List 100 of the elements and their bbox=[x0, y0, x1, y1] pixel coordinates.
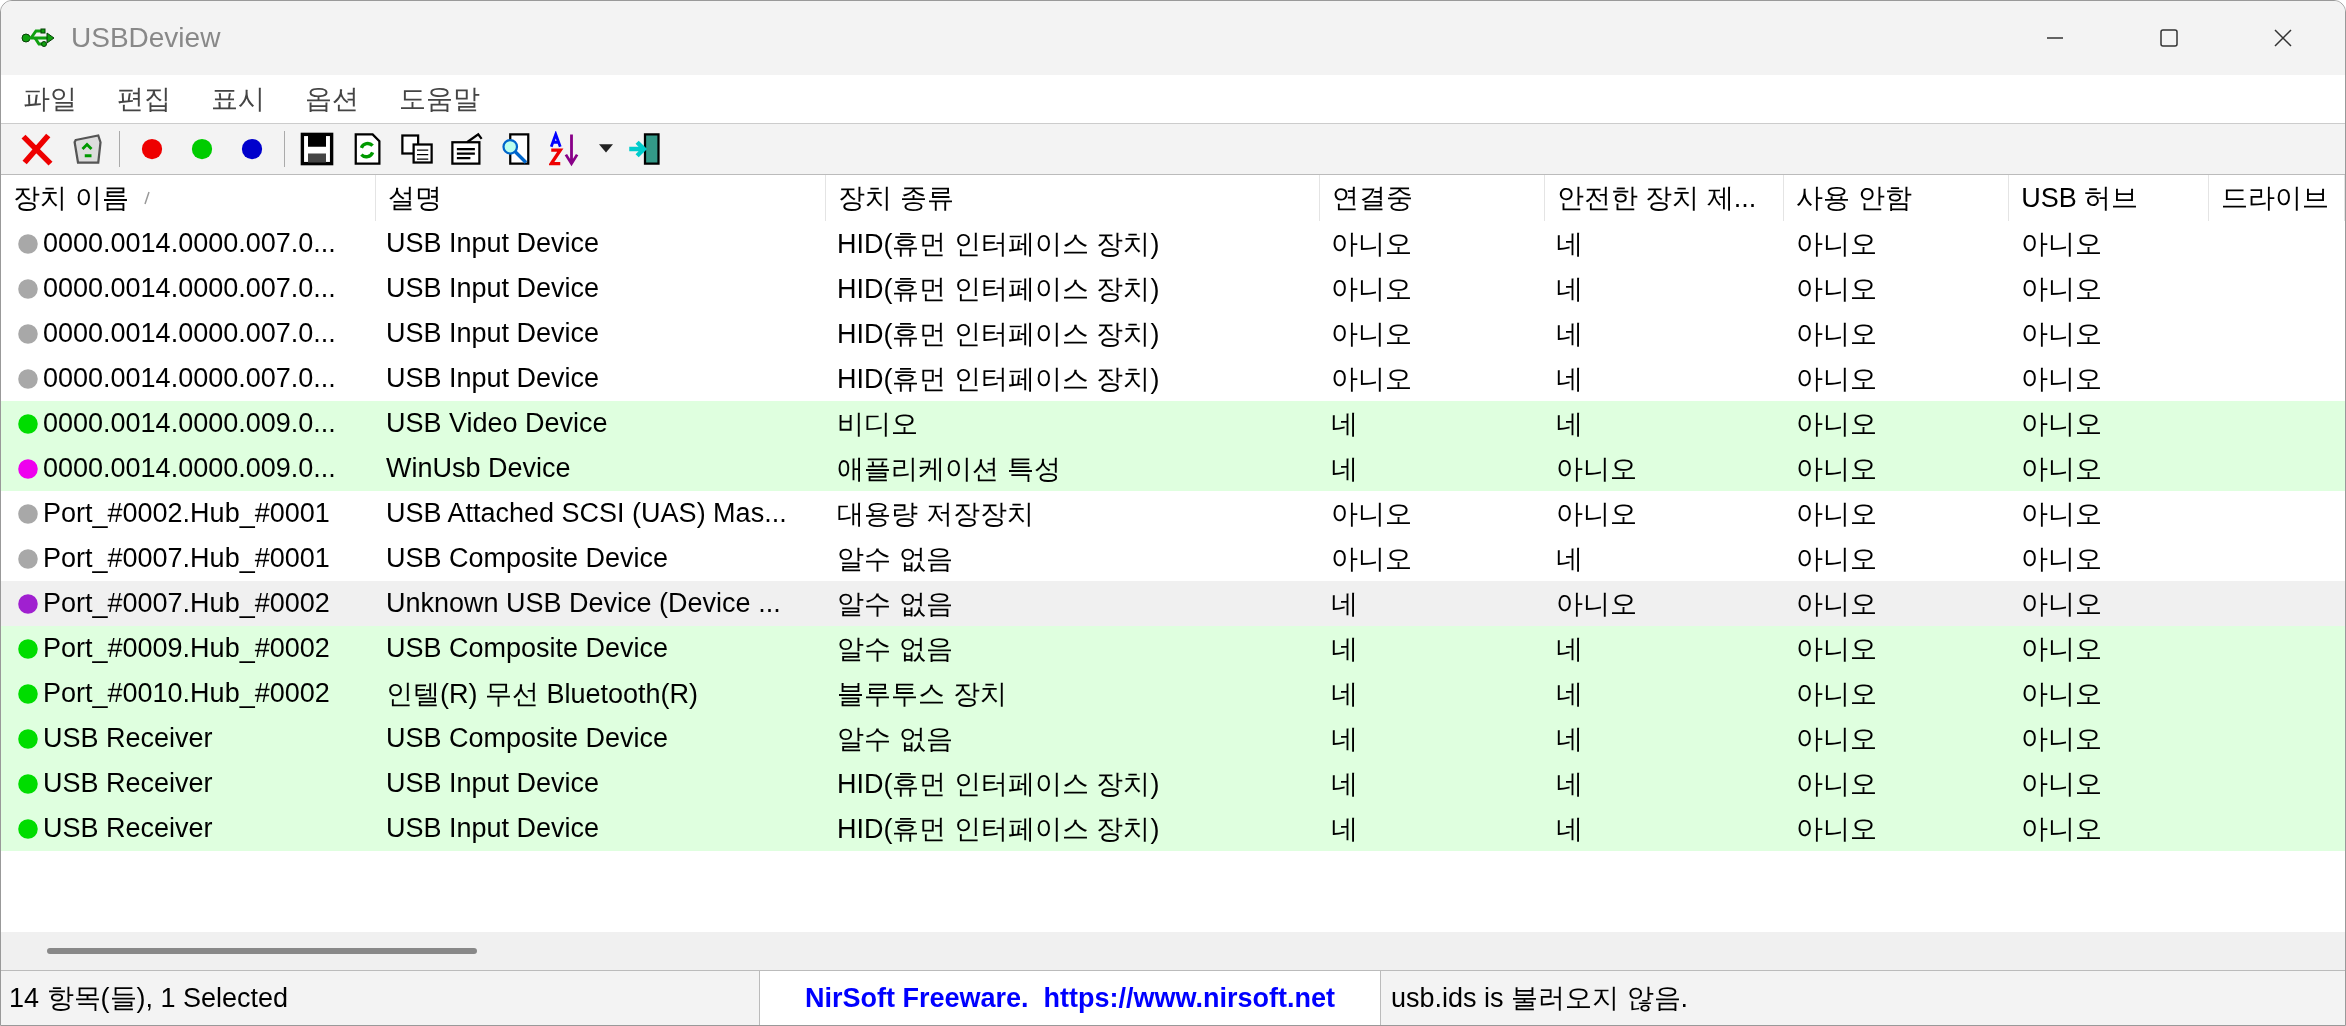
table-cell: USB Attached SCSI (UAS) Mas... bbox=[386, 498, 787, 529]
table-cell-text: 아니오 bbox=[2021, 767, 2102, 801]
menu-item[interactable]: 도움말 bbox=[399, 81, 480, 117]
table-row[interactable]: USB Receiver USB Input Device HID(휴먼 인터페이스 장치) 네 네 아니오 아니오 bbox=[1, 806, 2345, 851]
table-row[interactable]: Port_#0007.Hub_#0002 Unknown USB Device (Device ... 알수 없음 네 아니오 아니오 아니오 bbox=[1, 581, 2345, 626]
table-cell-text: 네 bbox=[1331, 452, 1358, 486]
table-cell-text: 아니오 bbox=[1556, 497, 1637, 531]
table-cell: 0000.0014.0000.007.0... bbox=[43, 363, 336, 394]
table-cell: USB Receiver bbox=[43, 723, 213, 754]
column-header[interactable]: 설명 bbox=[375, 175, 827, 221]
table-cell: Unknown USB Device (Device ... bbox=[386, 588, 781, 619]
table-cell-text: 네 bbox=[1331, 407, 1358, 441]
table-cell-text: 네 bbox=[1331, 722, 1358, 756]
table-cell-text: 네 bbox=[1556, 767, 1583, 801]
table-row[interactable]: USB Receiver USB Composite Device 알수 없음 네 네 아니오 아니오 bbox=[1, 716, 2345, 761]
table-cell-text: 네 bbox=[1331, 812, 1358, 846]
dropdown-caret-icon[interactable] bbox=[599, 144, 613, 154]
table-cell: USB Input Device bbox=[386, 363, 600, 394]
table-cell-text: 아니오 bbox=[2021, 452, 2102, 486]
table-cell: 0000.0014.0000.007.0... bbox=[43, 318, 336, 349]
table-row[interactable]: 0000.0014.0000.009.0... USB Video Device 비디오 네 네 아니오 아니오 bbox=[1, 401, 2345, 446]
table-cell: USB Receiver bbox=[43, 768, 213, 799]
table-cell: USB Input Device bbox=[386, 228, 600, 259]
table-row[interactable]: 0000.0014.0000.007.0... USB Input Device HID(휴먼 인터페이스 장치) 아니오 네 아니오 아니오 bbox=[1, 266, 2345, 311]
table-cell-text: 아니오 bbox=[2021, 227, 2102, 261]
table-cell: Port_#0009.Hub_#0002 bbox=[43, 633, 330, 664]
table-row[interactable]: Port_#0007.Hub_#0001 USB Composite Device 알수 없음 아니오 네 아니오 아니오 bbox=[1, 536, 2345, 581]
table-cell-text: 아니오 bbox=[2021, 812, 2102, 846]
table-cell-text: 아니오 bbox=[2021, 362, 2102, 396]
table-cell: USB Input Device bbox=[386, 318, 600, 349]
table-cell-text: 아니오 bbox=[1796, 542, 1877, 576]
table-cell-text: HID(휴먼 인터페이스 장치) bbox=[837, 362, 1160, 396]
table-cell-text: 아니오 bbox=[1331, 227, 1412, 261]
scrollbar-thumb[interactable] bbox=[47, 948, 477, 954]
cross-icon[interactable] bbox=[19, 131, 55, 167]
table-cell-text: 아니오 bbox=[2021, 632, 2102, 666]
column-header[interactable]: 사용 안함 bbox=[1784, 175, 2010, 221]
copy-icon[interactable] bbox=[399, 131, 435, 167]
table-cell-text: 애플리케이션 특성 bbox=[837, 452, 1061, 486]
table-cell: Port_#0010.Hub_#0002 bbox=[43, 678, 330, 709]
table-cell-text: HID(휴먼 인터페이스 장치) bbox=[837, 767, 1160, 801]
table-cell-text: 아니오 bbox=[1796, 632, 1877, 666]
table-cell-text: 아니오 bbox=[1796, 587, 1877, 621]
table-cell: USB Input Device bbox=[386, 768, 600, 799]
table-cell: 0000.0014.0000.009.0... bbox=[43, 453, 336, 484]
table-cell-text: 대용량 저장장치 bbox=[837, 497, 1034, 531]
table-cell-text: HID(휴먼 인터페이스 장치) bbox=[837, 317, 1160, 351]
table-cell-text: 네 bbox=[1331, 632, 1358, 666]
column-header[interactable]: 안전한 장치 제... bbox=[1544, 175, 1785, 221]
sort-indicator-icon bbox=[142, 191, 151, 205]
table-cell-text: 아니오 bbox=[1331, 362, 1412, 396]
table-cell: 0000.0014.0000.007.0... bbox=[43, 273, 336, 304]
table-cell: Port_#0007.Hub_#0001 bbox=[43, 543, 330, 574]
table-cell-text: 네 bbox=[1331, 767, 1358, 801]
table-cell-text: 알수 없음 bbox=[837, 542, 953, 576]
column-header[interactable]: USB 허브 bbox=[2009, 175, 2210, 221]
table-cell-text: 아니오 bbox=[2021, 317, 2102, 351]
table-cell-text: 아니오 bbox=[1556, 452, 1637, 486]
table-cell-text: 알수 없음 bbox=[837, 587, 953, 621]
table-cell-text: HID(휴먼 인터페이스 장치) bbox=[837, 812, 1160, 846]
menu-item[interactable]: 표시 bbox=[211, 81, 265, 117]
column-header[interactable]: 장치 이름 bbox=[1, 175, 376, 221]
table-row[interactable]: USB Receiver USB Input Device HID(휴먼 인터페이스 장치) 네 네 아니오 아니오 bbox=[1, 761, 2345, 806]
save-icon[interactable] bbox=[299, 131, 335, 167]
table-row[interactable]: Port_#0009.Hub_#0002 USB Composite Device 알수 없음 네 네 아니오 아니오 bbox=[1, 626, 2345, 671]
table-cell-text: 블루투스 장치 bbox=[837, 677, 1007, 711]
menu-item[interactable]: 편집 bbox=[117, 81, 171, 117]
column-header[interactable]: 드라이브 bbox=[2209, 175, 2345, 221]
close-icon[interactable] bbox=[2273, 28, 2293, 48]
menu-item[interactable]: 옵션 bbox=[305, 81, 359, 117]
table-cell-text: 아니오 bbox=[1556, 587, 1637, 621]
table-cell-text: 아니오 bbox=[1796, 452, 1877, 486]
usb-plug-icon bbox=[21, 27, 55, 49]
column-header[interactable]: 연결중 bbox=[1319, 175, 1545, 221]
column-header[interactable]: 장치 종류 bbox=[826, 175, 1320, 221]
table-cell: USB Input Device bbox=[386, 813, 600, 844]
table-row[interactable]: 0000.0014.0000.009.0... WinUsb Device 애플리케이션 특성 네 아니오 아니오 아니오 bbox=[1, 446, 2345, 491]
table-cell: USB Video Device bbox=[386, 408, 608, 439]
table-cell-text: 아니오 bbox=[1796, 227, 1877, 261]
table-cell-text: HID(휴먼 인터페이스 장치) bbox=[837, 227, 1160, 261]
properties-icon[interactable] bbox=[449, 131, 485, 167]
table-cell-text: 아니오 bbox=[1331, 497, 1412, 531]
table-row[interactable]: 0000.0014.0000.007.0... USB Input Device HID(휴먼 인터페이스 장치) 아니오 네 아니오 아니오 bbox=[1, 356, 2345, 401]
item-count: 14 항목(들), 1 Selected bbox=[9, 982, 289, 1015]
table-cell-text: 아니오 bbox=[2021, 542, 2102, 576]
table-cell-text: 인텔(R) 무선 Bluetooth(R) bbox=[386, 677, 699, 711]
table-cell: 0000.0014.0000.009.0... bbox=[43, 408, 336, 439]
table-cell: USB Composite Device bbox=[386, 543, 669, 574]
table-row[interactable]: Port_#0002.Hub_#0001 USB Attached SCSI (UAS) Mas... 대용량 저장장치 아니오 아니오 아니오 아니오 bbox=[1, 491, 2345, 536]
maximize-icon[interactable] bbox=[2159, 28, 2179, 48]
table-cell-text: 네 bbox=[1556, 812, 1583, 846]
table-cell-text: 아니오 bbox=[1796, 407, 1877, 441]
exit-door-icon[interactable] bbox=[627, 131, 663, 167]
table-row[interactable]: 0000.0014.0000.007.0... USB Input Device HID(휴먼 인터페이스 장치) 아니오 네 아니오 아니오 bbox=[1, 221, 2345, 266]
menu-item[interactable]: 파일 bbox=[23, 81, 77, 117]
table-row[interactable]: 0000.0014.0000.007.0... USB Input Device HID(휴먼 인터페이스 장치) 아니오 네 아니오 아니오 bbox=[1, 311, 2345, 356]
table-cell-text: 네 bbox=[1556, 677, 1583, 711]
table-cell-text: 네 bbox=[1331, 677, 1358, 711]
table-row[interactable]: Port_#0010.Hub_#0002 인텔(R) 무선 Bluetooth(R) 블루투스 장치 네 네 아니오 아니오 bbox=[1, 671, 2345, 716]
table-cell-text: 아니오 bbox=[1796, 497, 1877, 531]
